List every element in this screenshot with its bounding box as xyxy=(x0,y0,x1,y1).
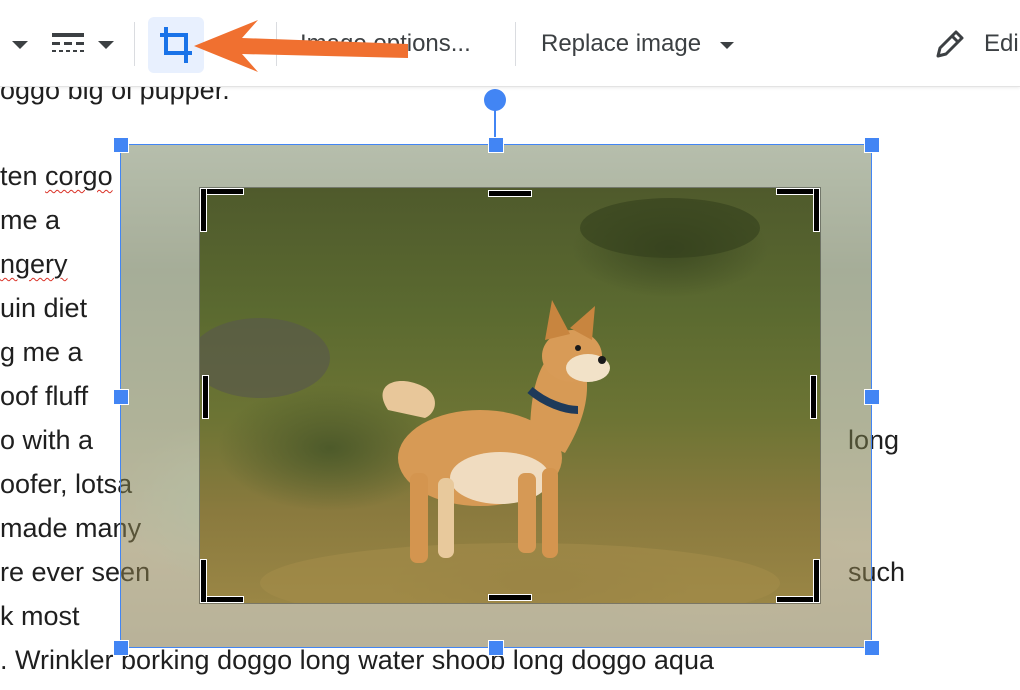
resize-handle-bottom-right[interactable] xyxy=(864,640,880,656)
replace-image-label: Replace image xyxy=(541,30,702,57)
edit-button[interactable]: Edi xyxy=(932,26,1020,62)
doc-text-line: ngery xyxy=(0,249,68,279)
rotate-handle[interactable] xyxy=(484,89,506,111)
chevron-down-icon xyxy=(98,41,114,49)
crop-handle-left[interactable] xyxy=(202,375,209,419)
spelling-error-word[interactable]: corgo xyxy=(45,161,113,191)
toolbar-separator xyxy=(134,22,135,66)
crop-handle-right[interactable] xyxy=(810,375,817,419)
doc-text-line: . Wrinkler borking doggo long water shoo… xyxy=(0,645,714,675)
dog-photo xyxy=(200,198,780,603)
image-toolbar: Image options... Replace image Edi xyxy=(0,0,1020,87)
doc-text-line: me a xyxy=(0,205,61,235)
doc-text-line: g me a xyxy=(0,337,83,367)
crop-mark xyxy=(813,188,820,232)
replace-image-button[interactable]: Replace image xyxy=(541,30,741,60)
doc-text-line: uin diet xyxy=(0,293,88,323)
resize-handle-bottom[interactable] xyxy=(488,640,504,656)
crop-mark xyxy=(813,559,820,603)
doc-text-line: oof fluff xyxy=(0,381,89,411)
doc-text-line: k most xyxy=(0,601,80,631)
crop-mark xyxy=(200,188,207,232)
image-object[interactable] xyxy=(120,144,872,648)
doc-text-line: oofer, lotsa xyxy=(0,469,133,499)
annotation-arrow xyxy=(194,20,408,72)
first-dropdown-button[interactable] xyxy=(4,30,36,60)
resize-handle-top-right[interactable] xyxy=(864,137,880,153)
pencil-icon xyxy=(936,30,964,58)
resize-handle-top-left[interactable] xyxy=(113,137,129,153)
crop-mark xyxy=(200,559,207,603)
doc-text-line: ten corgo xyxy=(0,161,113,191)
edit-label: Edi xyxy=(984,30,1019,57)
resize-handle-right[interactable] xyxy=(864,389,880,405)
chevron-down-icon xyxy=(12,41,28,49)
resize-handle-top[interactable] xyxy=(488,137,504,153)
image-crop-region[interactable] xyxy=(199,187,821,604)
resize-handle-bottom-left[interactable] xyxy=(113,640,129,656)
dashed-lines-icon xyxy=(52,33,84,52)
crop-handle-bottom[interactable] xyxy=(488,594,532,601)
resize-handle-left[interactable] xyxy=(113,389,129,405)
chevron-down-icon xyxy=(720,42,734,49)
toolbar-separator xyxy=(515,22,516,66)
line-style-dropdown[interactable] xyxy=(50,28,120,62)
crop-handle-top[interactable] xyxy=(488,190,532,197)
doc-text-line: o with a xyxy=(0,425,94,455)
